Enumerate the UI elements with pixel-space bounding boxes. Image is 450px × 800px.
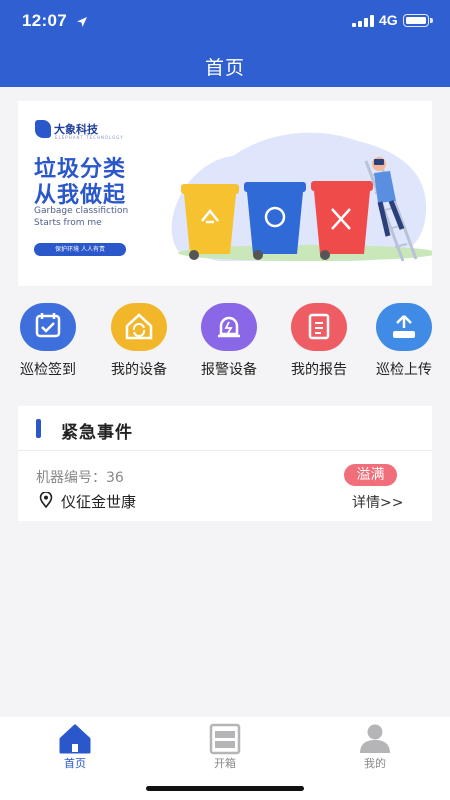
profile-icon (335, 721, 415, 755)
quick-action-label: 巡检上传 (376, 362, 432, 378)
elephant-logo-icon (35, 120, 51, 138)
banner-english-2: Starts from me (34, 218, 102, 228)
page-title: 首页 (204, 57, 245, 79)
details-link[interactable]: 详情>> (352, 492, 403, 512)
device-home-icon (111, 303, 167, 351)
quick-action-patrol-upload[interactable]: 巡检上传 (364, 303, 444, 379)
app-header: 12:07 4G 首页 (0, 0, 450, 87)
tab-label: 开箱 (214, 757, 236, 770)
cellular-signal-icon (352, 15, 374, 27)
status-time: 12:07 (22, 11, 67, 30)
quick-action-my-reports[interactable]: 我的报告 (279, 303, 359, 379)
open-box-icon (185, 721, 265, 755)
section-accent-bar (36, 419, 41, 438)
tab-label: 我的 (364, 757, 386, 770)
quick-action-label: 我的报告 (291, 362, 347, 378)
card-header: 紧急事件 (18, 406, 432, 451)
quick-action-label: 报警设备 (201, 362, 257, 378)
quick-action-my-devices[interactable]: 我的设备 (99, 303, 179, 379)
promo-banner[interactable]: 大象科技 ELEPHANT TECHNOLOGY 垃圾分类 从我做起 Garba… (18, 101, 432, 286)
location-arrow-icon (77, 17, 87, 27)
report-document-icon (291, 303, 347, 351)
quick-action-patrol-checkin[interactable]: 巡检签到 (8, 303, 88, 379)
quick-action-alarm-devices[interactable]: 报警设备 (189, 303, 269, 379)
banner-headline-1: 垃圾分类 (34, 157, 127, 182)
banner-slogan-pill: 保护环境 人人有责 (34, 243, 126, 256)
logo-subtitle: ELEPHANT TECHNOLOGY (55, 135, 124, 140)
machine-number: 机器编号：36 (36, 470, 124, 486)
alarm-bell-icon (201, 303, 257, 351)
tab-open-box[interactable]: 开箱 (185, 721, 265, 771)
status-badge: 溢满 (344, 464, 397, 486)
status-bar: 12:07 4G (0, 0, 450, 44)
emergency-events-card: 紧急事件 机器编号：36 溢满 仪征金世康 详情>> (18, 406, 432, 521)
tab-profile[interactable]: 我的 (335, 721, 415, 771)
quick-action-label: 我的设备 (111, 362, 167, 378)
quick-action-label: 巡检签到 (20, 362, 76, 378)
upload-tray-icon (376, 303, 432, 351)
location-name: 仪征金世康 (61, 493, 137, 511)
home-indicator (146, 786, 304, 791)
location-pin-icon (39, 492, 53, 508)
network-type: 4G (379, 12, 398, 28)
tab-home[interactable]: 首页 (35, 721, 115, 771)
home-icon (35, 721, 115, 755)
calendar-check-icon (20, 303, 76, 351)
quick-actions: 巡检签到 我的设备 报警设备 我的报告 巡检上传 (0, 303, 450, 383)
card-title: 紧急事件 (61, 423, 133, 443)
battery-icon (403, 14, 433, 27)
tab-label: 首页 (64, 757, 86, 770)
banner-english-1: Garbage classifiction (34, 206, 129, 216)
